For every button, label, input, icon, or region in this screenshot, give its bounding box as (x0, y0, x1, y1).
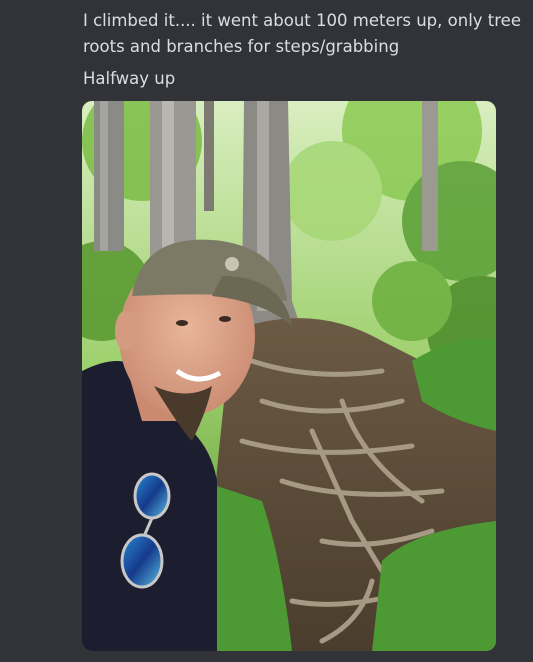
chat-message: I climbed it.... it went about 100 meter… (83, 8, 523, 92)
message-text: I climbed it.... it went about 100 meter… (83, 11, 521, 56)
selfie-photo (82, 101, 496, 651)
message-caption: Halfway up (83, 69, 176, 88)
image-attachment[interactable] (82, 101, 496, 651)
